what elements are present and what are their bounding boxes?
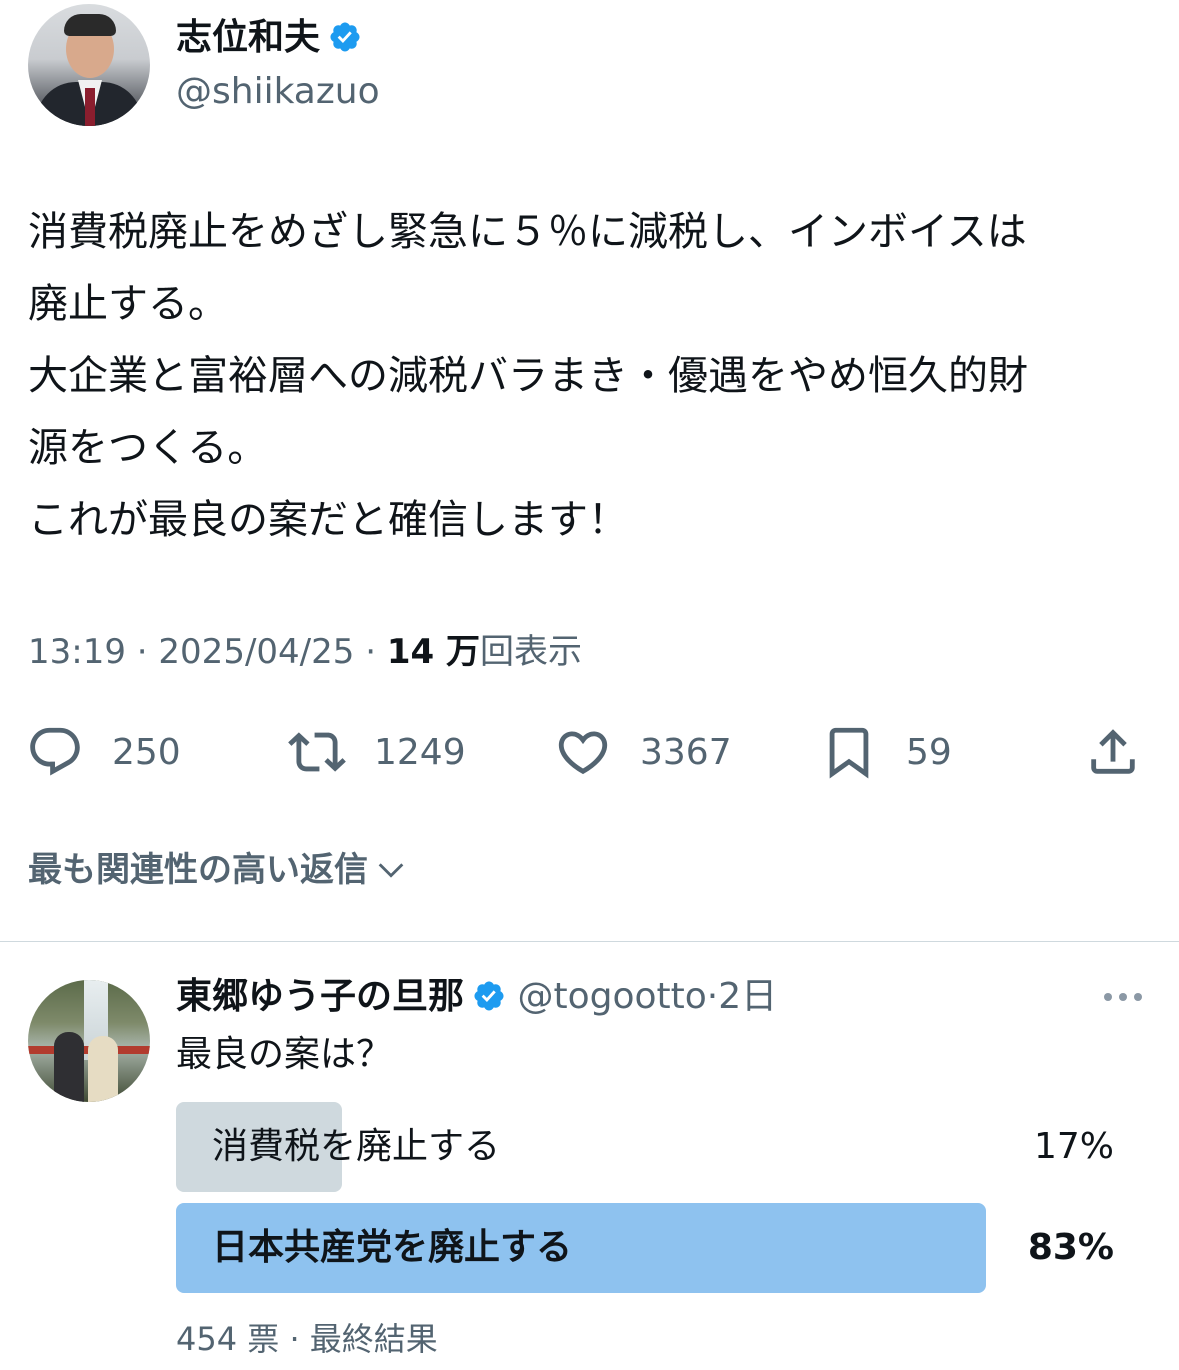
poll-option-label: 消費税を廃止する — [212, 1126, 501, 1167]
tweet-date[interactable]: 2025/04/25 — [158, 632, 354, 672]
retweet-count: 1249 — [374, 731, 466, 773]
heart-icon — [558, 731, 608, 775]
meta-separator: · — [365, 632, 377, 672]
poll-option-label: 日本共産党を廃止する — [212, 1227, 573, 1268]
tweet-time[interactable]: 13:19 — [28, 632, 126, 672]
tweet-text: 消費税廃止をめざし緊急に５％に減税し、インボイスは 廃止する。 大企業と富裕層へ… — [28, 209, 1028, 543]
meta-separator: · — [136, 632, 148, 672]
bookmark-button[interactable]: 59 — [820, 722, 952, 782]
poll-option-2: 日本共産党を廃止する 83% — [176, 1203, 1120, 1293]
bookmark-count: 59 — [906, 731, 952, 773]
retweet-icon — [288, 732, 346, 772]
reply-header: 東郷ゆう子の旦那 @togootto·2日 — [176, 972, 777, 1022]
poll-status: 最終結果 — [309, 1320, 438, 1358]
reply-text: 最良の案は？ — [176, 1034, 393, 1075]
verified-badge-icon — [474, 981, 504, 1011]
reply-count: 250 — [112, 731, 181, 773]
bookmark-icon — [829, 727, 869, 779]
replies-sort-label: 最も関連性の高い返信 — [28, 850, 368, 890]
poll-option-percent: 17% — [1033, 1126, 1114, 1167]
reply-author-handle[interactable]: @togootto — [517, 976, 706, 1017]
poll-footer: 454 票 · 最終結果 — [176, 1316, 438, 1362]
reply-author-name[interactable]: 東郷ゆう子の旦那 — [176, 976, 464, 1017]
like-count: 3367 — [640, 731, 732, 773]
poll-separator: · — [289, 1320, 300, 1358]
tweet-meta: 13:19 · 2025/04/25 · 14 万回表示 — [28, 628, 582, 676]
reply-age[interactable]: 2日 — [718, 976, 777, 1017]
reply-separator: · — [706, 976, 719, 1017]
like-button[interactable]: 3367 — [554, 722, 732, 782]
author-handle[interactable]: @shiikazuo — [176, 68, 380, 116]
share-icon — [1091, 729, 1135, 774]
share-button[interactable] — [1084, 722, 1142, 782]
reply-author-avatar[interactable] — [28, 980, 150, 1102]
retweet-button[interactable]: 1249 — [288, 722, 466, 782]
author-name[interactable]: 志位和夫 — [176, 14, 362, 62]
divider — [0, 941, 1179, 942]
more-options-icon[interactable] — [1100, 984, 1146, 1010]
author-avatar[interactable] — [28, 4, 150, 126]
poll-option-percent: 83% — [1027, 1227, 1114, 1268]
views-label: 回表示 — [479, 632, 582, 672]
verified-badge-icon — [330, 22, 360, 52]
poll-votes: 454 票 — [176, 1320, 280, 1358]
chevron-down-icon — [378, 863, 404, 878]
reply-icon — [30, 727, 80, 776]
replies-sort-dropdown[interactable]: 最も関連性の高い返信 — [28, 846, 408, 894]
views-count: 14 万 — [386, 632, 480, 672]
author-name-text: 志位和夫 — [176, 17, 321, 58]
poll-option-1: 消費税を廃止する 17% — [176, 1102, 1120, 1192]
reply-button[interactable]: 250 — [26, 722, 181, 782]
